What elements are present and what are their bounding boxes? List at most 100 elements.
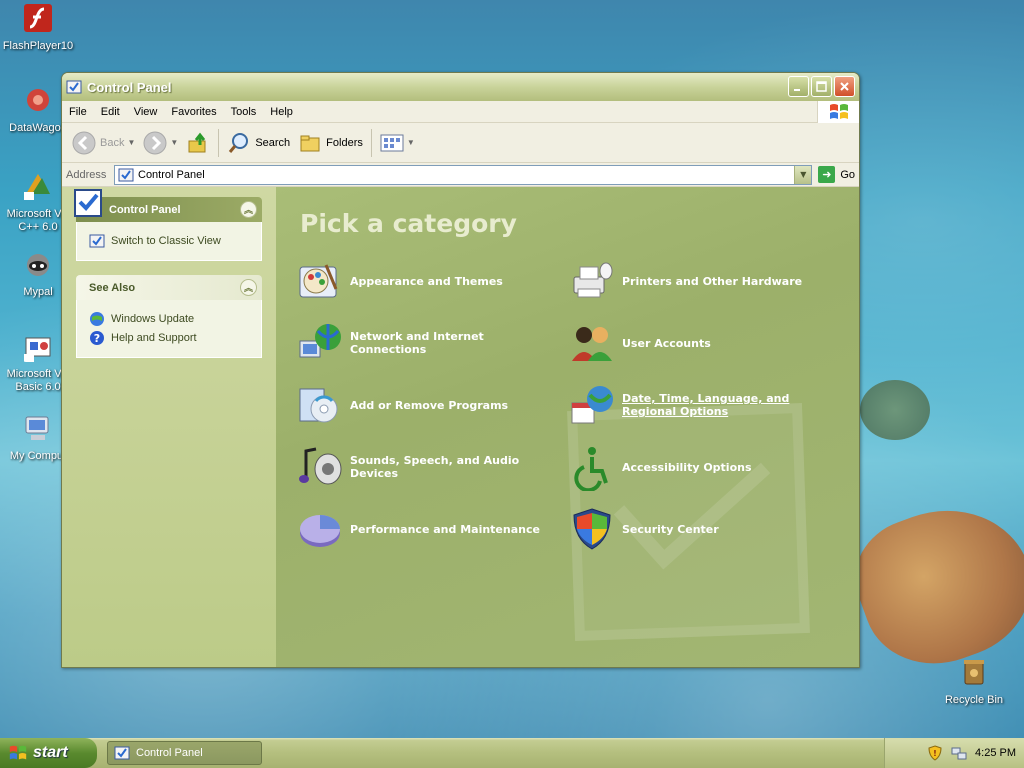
category-performance-maintenance[interactable]: Performance and Maintenance [296, 505, 556, 553]
accessibility-icon [574, 447, 608, 491]
close-icon [840, 82, 849, 91]
chevron-down-icon: ▼ [800, 170, 807, 179]
views-button[interactable]: ▼ [376, 127, 419, 159]
windows-logo [817, 101, 859, 123]
computer-icon [25, 416, 49, 440]
maximize-icon [816, 81, 827, 92]
task-pane: Control Panel ︽ Switch to Classic View S… [62, 187, 276, 667]
maximize-button[interactable] [811, 76, 832, 97]
appearance-themes-icon [299, 264, 338, 298]
close-button[interactable] [834, 76, 855, 97]
category-user-accounts[interactable]: User Accounts [568, 319, 828, 367]
up-folder-icon [188, 132, 206, 152]
help-icon: ? [90, 331, 104, 345]
control-panel-task-box: Control Panel ︽ Switch to Classic View [74, 189, 262, 261]
menu-favorites[interactable]: Favorites [164, 101, 223, 123]
desktop-icon-flashplayer[interactable]: FlashPlayer10 [2, 2, 74, 53]
switch-classic-view-link[interactable]: Switch to Classic View [89, 233, 253, 249]
datawagon-icon [27, 89, 49, 111]
control-panel-icon [66, 80, 82, 94]
category-sounds-speech-audio[interactable]: Sounds, Speech, and Audio Devices [296, 443, 556, 491]
standard-toolbar: Back ▼ ▼ Search Folders ▼ [62, 123, 859, 163]
desktop-icon-recycle-bin[interactable]: Recycle Bin [938, 656, 1010, 707]
category-label: Sounds, Speech, and Audio Devices [350, 454, 520, 480]
menu-help[interactable]: Help [263, 101, 300, 123]
category-accessibility-options[interactable]: Accessibility Options [568, 443, 828, 491]
windows-flag-icon [829, 104, 848, 119]
go-button[interactable]: ➜ Go [818, 166, 855, 183]
back-button[interactable]: Back ▼ [68, 127, 139, 159]
windows-update-link[interactable]: Windows Update [89, 311, 253, 327]
search-icon [229, 132, 249, 153]
title-bar[interactable]: Control Panel [62, 73, 859, 101]
classic-view-icon [89, 234, 105, 248]
category-label: Accessibility Options [622, 460, 752, 474]
desktop-icon-label: Recycle Bin [944, 694, 1004, 706]
svg-text:?: ? [94, 332, 100, 345]
category-label: User Accounts [622, 336, 711, 350]
desktop-icon-label: FlashPlayer10 [2, 40, 74, 52]
views-icon [380, 134, 404, 151]
collapse-button[interactable]: ︽ [240, 201, 257, 218]
content-area: Control Panel ︽ Switch to Classic View S… [62, 187, 859, 667]
printer-icon [573, 262, 613, 298]
category-label: Add or Remove Programs [350, 398, 509, 412]
control-panel-task-header[interactable]: Control Panel ︽ [74, 189, 262, 222]
visual-cpp-icon [24, 174, 50, 200]
category-date-time-language[interactable]: Date, Time, Language, and Regional Optio… [568, 381, 828, 429]
menu-bar: File Edit View Favorites Tools Help [62, 101, 859, 123]
wallpaper-starfish-small [860, 380, 930, 440]
security-shield-icon[interactable]: ! [927, 745, 943, 761]
category-printers-hardware[interactable]: Printers and Other Hardware [568, 257, 828, 305]
clock[interactable]: 4:25 PM [975, 747, 1016, 759]
help-and-support-link[interactable]: ? Help and Support [89, 330, 253, 346]
control-panel-icon [114, 746, 130, 760]
minimize-icon [794, 89, 800, 91]
category-label: Security Center [622, 522, 719, 536]
window-title: Control Panel [87, 79, 172, 95]
windows-flag-icon [9, 745, 27, 760]
menu-tools[interactable]: Tools [224, 101, 264, 123]
search-button[interactable]: Search [223, 127, 294, 159]
address-dropdown-button[interactable]: ▼ [794, 165, 812, 184]
see-also-body: Windows Update ? Help and Support [76, 300, 262, 358]
start-button[interactable]: start [0, 738, 97, 768]
category-pane: Pick a category Appearance and Themes Ne… [276, 187, 859, 667]
flash-icon [24, 4, 52, 32]
control-panel-icon [118, 168, 134, 181]
toolbar-separator [370, 128, 372, 157]
network-globe-icon [299, 324, 341, 358]
task-link-label: Switch to Classic View [111, 235, 221, 247]
system-tray: ! 4:25 PM [884, 738, 1024, 768]
control-panel-window: Control Panel File Edit View Favorites T… [61, 72, 860, 668]
page-title: Pick a category [300, 209, 517, 238]
collapse-button[interactable]: ︽ [240, 279, 257, 296]
address-input[interactable]: Control Panel ▼ [114, 164, 813, 185]
category-label: Printers and Other Hardware [622, 274, 803, 288]
taskbar-item-control-panel[interactable]: Control Panel [107, 741, 262, 765]
menu-file[interactable]: File [62, 101, 94, 123]
network-icon[interactable] [951, 745, 967, 761]
category-add-remove-programs[interactable]: Add or Remove Programs [296, 381, 556, 429]
back-dropdown-icon[interactable]: ▼ [127, 138, 135, 147]
svg-text:!: ! [933, 749, 937, 758]
visual-basic-icon [24, 337, 51, 362]
address-bar: Address Control Panel ▼ ➜ Go [62, 163, 859, 187]
forward-button[interactable]: ▼ [139, 127, 182, 159]
minimize-button[interactable] [788, 76, 809, 97]
category-security-center[interactable]: Security Center [568, 505, 828, 553]
see-also-header[interactable]: See Also ︽ [76, 275, 262, 300]
forward-dropdown-icon[interactable]: ▼ [170, 138, 178, 147]
folders-button[interactable]: Folders [294, 127, 367, 159]
menu-view[interactable]: View [127, 101, 165, 123]
category-appearance-themes[interactable]: Appearance and Themes [296, 257, 556, 305]
category-label: Network and Internet Connections [350, 330, 484, 356]
up-folder-button[interactable] [182, 127, 214, 159]
menu-edit[interactable]: Edit [94, 101, 127, 123]
views-dropdown-icon[interactable]: ▼ [407, 138, 415, 147]
see-also-task-box: See Also ︽ Windows Update ? Help and Sup… [76, 275, 262, 358]
category-network-internet[interactable]: Network and Internet Connections [296, 319, 556, 367]
chevron-up-icon: ︽ [243, 284, 253, 294]
category-label: Performance and Maintenance [350, 522, 540, 536]
address-value: Control Panel [138, 168, 205, 181]
